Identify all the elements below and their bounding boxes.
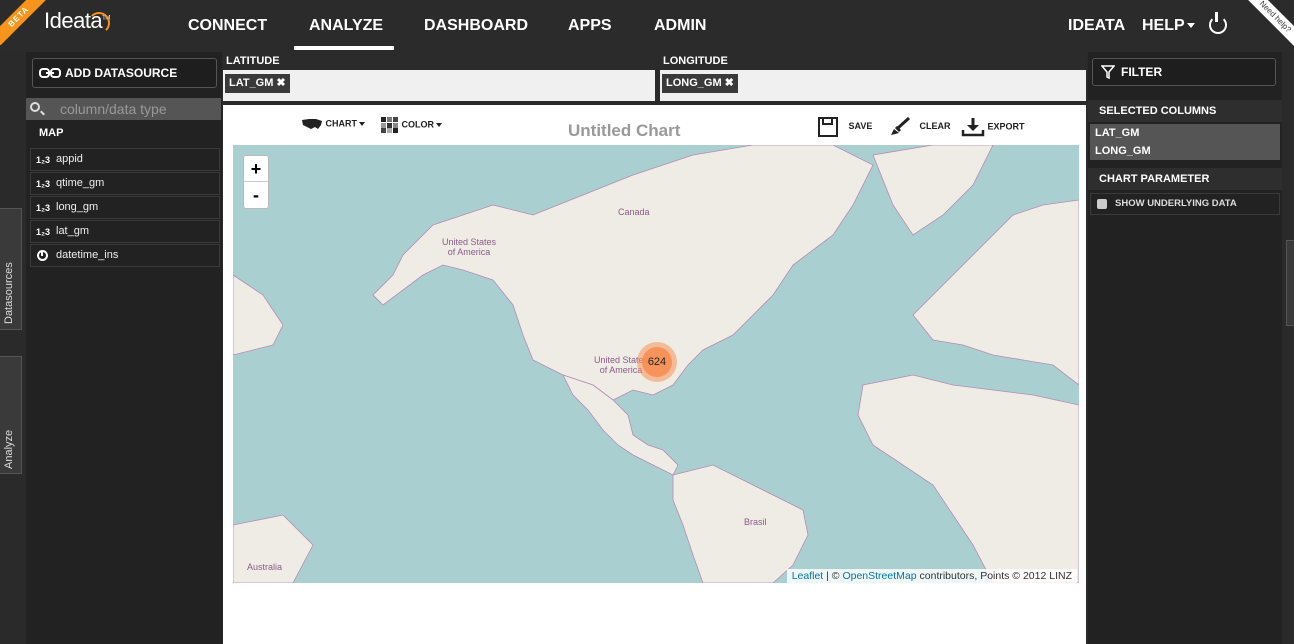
chevron-down-icon bbox=[436, 123, 443, 127]
datasource-panel: ADD DATASOURCE MAP 1₂3 appid 1₂3 qtime_g… bbox=[26, 52, 222, 644]
link-icon bbox=[39, 68, 61, 78]
save-button[interactable]: SAVE bbox=[818, 117, 872, 137]
add-datasource-label: ADD DATASOURCE bbox=[65, 66, 178, 80]
chart-type-dropdown[interactable]: CHART bbox=[301, 117, 366, 131]
datasource-name: MAP bbox=[39, 127, 64, 139]
clock-icon bbox=[37, 250, 48, 261]
latitude-header: LATITUDE bbox=[223, 52, 655, 70]
nav-active-indicator bbox=[294, 46, 394, 50]
chevron-down-icon bbox=[359, 122, 366, 126]
remove-icon[interactable]: ✖ bbox=[725, 77, 734, 89]
map-label-canada: Canada bbox=[618, 207, 650, 217]
nav-user[interactable]: IDEATA bbox=[1068, 17, 1125, 35]
color-grid-icon bbox=[381, 117, 398, 133]
cluster-count: 624 bbox=[642, 347, 672, 377]
number-type-icon: 1₂3 bbox=[36, 179, 51, 189]
nav-analyze[interactable]: ANALYZE bbox=[309, 17, 383, 35]
column-item-lat-gm[interactable]: 1₂3 lat_gm bbox=[30, 220, 220, 243]
export-button[interactable]: EXPORT bbox=[961, 117, 1025, 137]
map-zoom-control: + - bbox=[243, 155, 269, 209]
map-label-australia: Australia bbox=[247, 562, 283, 572]
selected-columns-title: SELECTED COLUMNS bbox=[1088, 100, 1282, 122]
chart-type-label: CHART bbox=[325, 118, 358, 129]
tab-datasources[interactable]: Datasources bbox=[0, 208, 22, 330]
right-edge-tab[interactable] bbox=[1286, 240, 1294, 326]
latitude-chip[interactable]: LAT_GM ✖ bbox=[225, 74, 290, 93]
tab-datasources-label: Datasources bbox=[3, 262, 15, 324]
attribution-sep: | © bbox=[823, 570, 843, 582]
logo-swirl-icon bbox=[88, 12, 110, 34]
filter-button[interactable]: FILTER bbox=[1092, 58, 1276, 86]
tab-analyze[interactable]: Analyze bbox=[0, 356, 22, 474]
column-item-appid[interactable]: 1₂3 appid bbox=[30, 148, 220, 171]
column-name: datetime_ins bbox=[56, 249, 119, 261]
osm-link[interactable]: OpenStreetMap bbox=[842, 570, 916, 582]
column-search bbox=[26, 98, 221, 120]
nav-dashboard[interactable]: DASHBOARD bbox=[424, 17, 528, 35]
color-dropdown[interactable]: COLOR bbox=[381, 117, 443, 133]
export-label: EXPORT bbox=[987, 121, 1025, 132]
clear-button[interactable]: CLEAR bbox=[889, 116, 951, 137]
leaflet-link[interactable]: Leaflet bbox=[792, 570, 824, 582]
chart-parameter-title: CHART PARAMETER bbox=[1088, 168, 1282, 190]
number-type-icon: 1₂3 bbox=[36, 203, 51, 213]
remove-icon[interactable]: ✖ bbox=[276, 77, 285, 89]
zoom-in-button[interactable]: + bbox=[244, 156, 268, 182]
map-cluster-marker[interactable]: 624 bbox=[637, 342, 677, 382]
column-item-qtime-gm[interactable]: 1₂3 qtime_gm bbox=[30, 172, 220, 195]
column-name: lat_gm bbox=[56, 225, 90, 237]
color-label: COLOR bbox=[401, 119, 435, 130]
latitude-dropzone[interactable]: LAT_GM ✖ bbox=[223, 70, 655, 101]
longitude-chip[interactable]: LONG_GM ✖ bbox=[662, 74, 738, 93]
us-map-icon bbox=[302, 119, 322, 129]
nav-apps[interactable]: APPS bbox=[568, 17, 612, 35]
download-icon bbox=[961, 118, 985, 137]
chart-settings-panel: FILTER SELECTED COLUMNS LAT_GM LONG_GM C… bbox=[1088, 52, 1282, 644]
add-datasource-button[interactable]: ADD DATASOURCE bbox=[32, 58, 217, 88]
selected-column-item[interactable]: LONG_GM bbox=[1090, 142, 1280, 160]
clear-label: CLEAR bbox=[919, 121, 951, 132]
column-item-long-gm[interactable]: 1₂3 long_gm bbox=[30, 196, 220, 219]
number-type-icon: 1₂3 bbox=[36, 227, 51, 237]
help-label: HELP bbox=[1142, 17, 1185, 34]
column-name: long_gm bbox=[56, 201, 99, 213]
attribution-text: contributors, Points © 2012 LINZ bbox=[916, 570, 1073, 582]
show-underlying-data-toggle[interactable]: SHOW UNDERLYING DATA bbox=[1090, 193, 1280, 215]
column-item-datetime-ins[interactable]: datetime_ins bbox=[30, 244, 220, 267]
chip-label: LAT_GM bbox=[229, 77, 274, 89]
power-icon[interactable] bbox=[1209, 12, 1227, 34]
save-icon bbox=[818, 117, 838, 137]
search-icon bbox=[30, 102, 40, 112]
map-attribution: Leaflet | © OpenStreetMap contributors, … bbox=[786, 569, 1077, 583]
longitude-header: LONGITUDE bbox=[660, 52, 1086, 70]
number-type-icon: 1₂3 bbox=[36, 155, 51, 165]
zoom-out-button[interactable]: - bbox=[244, 182, 268, 208]
top-navbar: BETA IdeataTM CONNECT ANALYZE DASHBOARD … bbox=[0, 0, 1294, 52]
map-label-usa-alaska: United States of America bbox=[441, 237, 497, 257]
chip-label: LONG_GM bbox=[666, 77, 722, 89]
brush-icon bbox=[891, 116, 911, 135]
checkbox[interactable] bbox=[1097, 199, 1107, 209]
nav-admin[interactable]: ADMIN bbox=[654, 17, 706, 35]
map-view[interactable]: Canada United States of America United S… bbox=[233, 145, 1079, 583]
column-name: qtime_gm bbox=[56, 177, 105, 189]
selected-column-item[interactable]: LAT_GM bbox=[1090, 124, 1280, 142]
filter-icon bbox=[1101, 65, 1115, 79]
longitude-dropzone[interactable]: LONG_GM ✖ bbox=[660, 70, 1086, 101]
column-search-input[interactable] bbox=[60, 98, 218, 120]
chevron-down-icon bbox=[1186, 23, 1195, 29]
show-data-label: SHOW UNDERLYING DATA bbox=[1115, 198, 1237, 209]
map-label-brazil: Brasil bbox=[744, 517, 767, 527]
nav-connect[interactable]: CONNECT bbox=[188, 17, 267, 35]
chart-panel: CHART COLOR Untitled Chart SAVE CLEAR EX bbox=[223, 105, 1086, 644]
chart-title[interactable]: Untitled Chart bbox=[568, 121, 680, 141]
tab-analyze-label: Analyze bbox=[3, 429, 15, 469]
need-help-ribbon[interactable]: Need help? bbox=[1245, 0, 1294, 47]
column-name: appid bbox=[56, 153, 83, 165]
save-label: SAVE bbox=[848, 121, 873, 132]
filter-label: FILTER bbox=[1121, 65, 1163, 79]
beta-ribbon: BETA bbox=[0, 0, 48, 46]
nav-help-menu[interactable]: HELP bbox=[1142, 17, 1195, 35]
